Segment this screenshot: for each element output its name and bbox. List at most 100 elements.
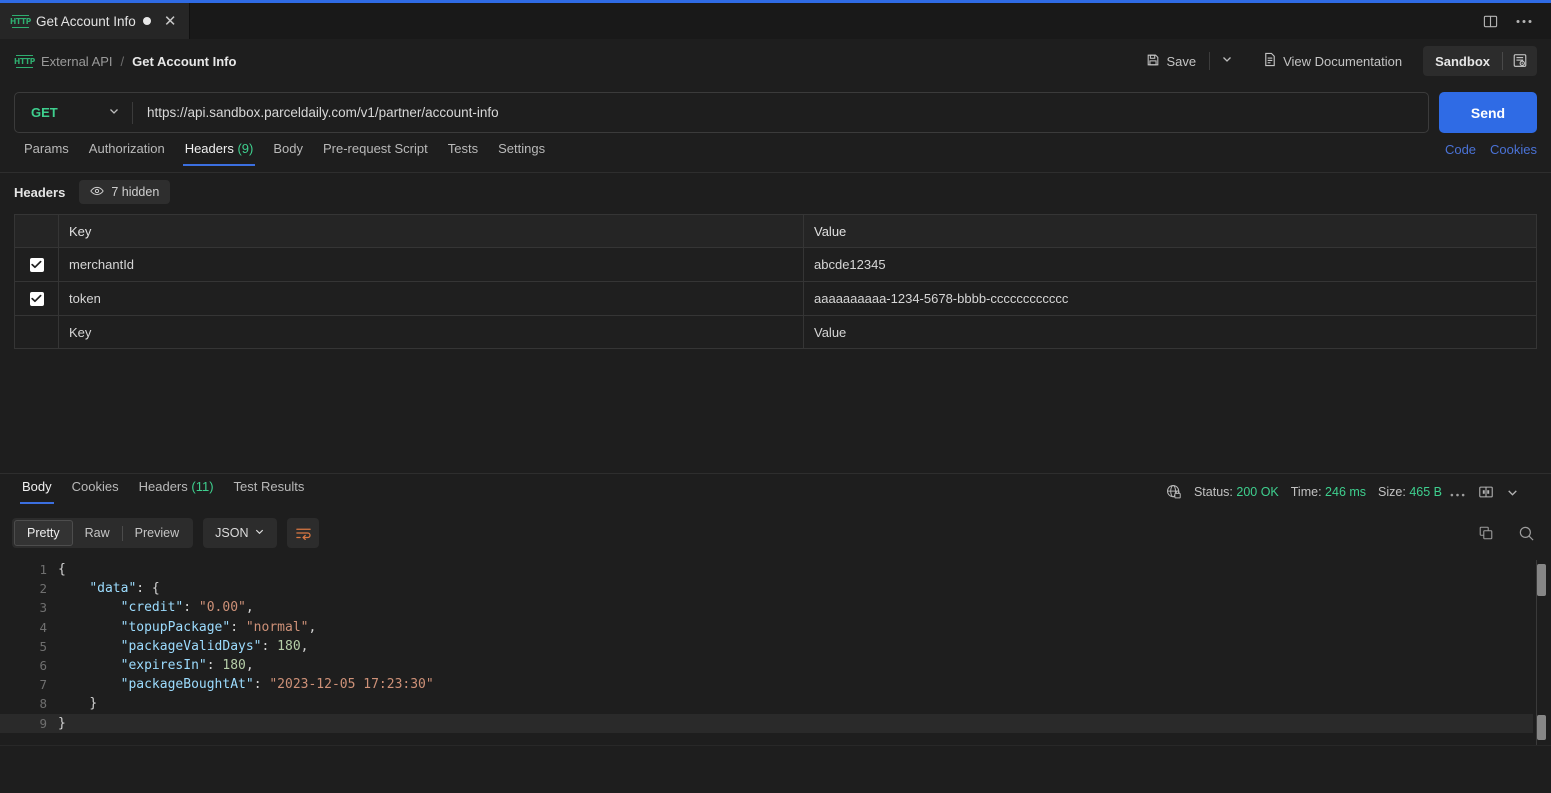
time-group: Time: 246 ms — [1291, 485, 1366, 499]
line-number: 8 — [39, 696, 47, 712]
column-header-key: Key — [58, 214, 804, 248]
code-line: 9} — [0, 713, 1533, 733]
response-tab-test-results[interactable]: Test Results — [224, 479, 315, 504]
cookies-link[interactable]: Cookies — [1490, 142, 1537, 157]
row-checkbox-cell[interactable] — [14, 281, 59, 316]
time-value: 246 ms — [1325, 485, 1367, 499]
save-button[interactable]: Save — [1137, 48, 1205, 75]
view-documentation-button[interactable]: View Documentation — [1254, 47, 1411, 75]
response-tab-headers[interactable]: Headers (11) — [129, 479, 224, 504]
header-value[interactable]: abcde12345 — [803, 247, 1537, 282]
code-line: 3 "credit": "0.00", — [0, 598, 1551, 617]
breadcrumb-collection[interactable]: External API — [41, 54, 113, 69]
code-vertical-scrollbar[interactable] — [1537, 560, 1546, 740]
status-group: Status: 200 OK — [1194, 485, 1279, 499]
tab-settings[interactable]: Settings — [488, 141, 555, 166]
scrollbar-thumb[interactable] — [1537, 564, 1546, 596]
toolbar-divider — [1209, 52, 1211, 70]
request-tab-get-account-info[interactable]: HTTP Get Account Info ✕ — [0, 3, 191, 39]
tab-tests[interactable]: Tests — [438, 141, 488, 166]
http-request-icon: HTTP — [10, 14, 31, 28]
close-icon[interactable]: ✕ — [161, 12, 180, 31]
url-input[interactable]: https://api.sandbox.parceldaily.com/v1/p… — [133, 105, 1428, 120]
row-checkbox-cell[interactable] — [14, 247, 59, 282]
search-icon[interactable] — [1513, 520, 1539, 546]
status-label: Status: — [1193, 485, 1233, 499]
new-header-key-input[interactable]: Key — [58, 315, 804, 349]
save-label: Save — [1166, 53, 1197, 69]
copy-icon[interactable] — [1473, 520, 1499, 546]
code-line: 5 "packageValidDays": 180, — [0, 637, 1551, 656]
view-preview[interactable]: Preview — [123, 520, 191, 546]
tab-body[interactable]: Body — [263, 141, 313, 166]
table-row-empty: Key Value — [14, 315, 1537, 349]
table-row: token aaaaaaaaaa-1234-5678-bbbb-cccccccc… — [14, 281, 1537, 316]
hidden-headers-label: 7 hidden — [111, 185, 160, 199]
scrollbar-thumb-secondary[interactable] — [1537, 715, 1546, 740]
response-tab-body[interactable]: Body — [12, 479, 62, 504]
tab-headers[interactable]: Headers (9) — [175, 141, 264, 166]
panel-layout-icon[interactable] — [1477, 8, 1503, 34]
chevron-down-icon — [108, 104, 120, 122]
code-link[interactable]: Code — [1445, 142, 1476, 157]
body-view-switcher: Pretty Raw Preview — [12, 518, 194, 548]
new-header-value-input[interactable]: Value — [803, 315, 1537, 349]
view-raw[interactable]: Raw — [73, 520, 122, 546]
ellipsis-icon[interactable] — [1511, 8, 1537, 34]
tab-bar: HTTP Get Account Info ✕ — [0, 3, 1551, 39]
tab-pre-request-script[interactable]: Pre-request Script — [313, 141, 438, 166]
split-pane-icon[interactable] — [1473, 479, 1499, 505]
response-status-summary: Status: 200 OK Time: 246 ms Size: 465 B — [1166, 484, 1442, 500]
code-line: 7 "packageBoughtAt": "2023-12-05 17:23:3… — [0, 675, 1551, 694]
row-checkbox-checked[interactable] — [29, 291, 44, 306]
header-key[interactable]: merchantId — [58, 247, 804, 282]
breadcrumb-toolbar: HTTP External API / Get Account Info Sav… — [0, 39, 1551, 83]
response-more-ellipsis-icon[interactable] — [1442, 482, 1473, 502]
response-tab-cookies[interactable]: Cookies — [62, 479, 129, 504]
save-options-chevron-down-icon[interactable] — [1214, 47, 1240, 75]
row-checkbox-checked[interactable] — [29, 257, 44, 272]
http-request-icon: HTTP — [14, 54, 35, 68]
code-text: "data": { — [89, 581, 160, 597]
response-body-code[interactable]: 1{2 "data": {3 "credit": "0.00", 4 "topup… — [0, 560, 1551, 740]
environment-selector[interactable]: Sandbox — [1423, 46, 1537, 76]
view-pretty[interactable]: Pretty — [14, 520, 73, 546]
save-disk-icon — [1146, 53, 1160, 70]
tab-params[interactable]: Params — [14, 141, 79, 166]
line-number: 9 — [39, 715, 47, 731]
tab-title: Get Account Info — [36, 13, 136, 29]
hidden-headers-toggle[interactable]: 7 hidden — [79, 180, 171, 204]
status-value: 200 OK — [1236, 485, 1279, 499]
line-number: 1 — [39, 562, 47, 578]
body-format-label: JSON — [215, 526, 249, 540]
breadcrumb: HTTP External API / Get Account Info — [14, 54, 236, 69]
size-label: Size: — [1378, 485, 1406, 499]
time-label: Time: — [1290, 485, 1322, 499]
globe-lock-icon — [1166, 484, 1182, 500]
environment-quick-look-icon[interactable] — [1503, 53, 1537, 69]
code-text: { — [58, 562, 66, 577]
url-input-group: GET https://api.sandbox.parceldaily.com/… — [14, 92, 1429, 133]
code-text: "expiresIn": 180, — [120, 657, 254, 673]
response-divider[interactable] — [0, 473, 1551, 474]
header-key[interactable]: token — [58, 281, 804, 316]
request-url-bar: GET https://api.sandbox.parceldaily.com/… — [14, 92, 1537, 133]
tab-authorization[interactable]: Authorization — [79, 141, 175, 166]
header-value[interactable]: aaaaaaaaaa-1234-5678-bbbb-cccccccccccc — [803, 281, 1537, 316]
row-checkbox-cell-empty[interactable] — [14, 315, 59, 349]
wrap-lines-icon[interactable] — [287, 518, 320, 548]
document-icon — [1263, 52, 1277, 70]
footer-strip — [0, 745, 1551, 793]
chevron-down-icon — [254, 526, 265, 540]
column-header-value: Value — [803, 214, 1537, 248]
response-collapse-chevron-down-icon[interactable] — [1499, 479, 1525, 505]
environment-name: Sandbox — [1435, 53, 1490, 69]
http-method-selector[interactable]: GET — [15, 93, 132, 132]
response-body-toolbar: Pretty Raw Preview JSON — [12, 518, 1539, 548]
body-format-selector[interactable]: JSON — [203, 518, 278, 548]
line-number: 6 — [39, 658, 47, 674]
unsaved-indicator-icon — [142, 17, 151, 25]
table-header-row: Key Value — [14, 214, 1537, 248]
send-button[interactable]: Send — [1439, 92, 1537, 133]
headers-label-row: Headers 7 hidden — [14, 180, 171, 204]
